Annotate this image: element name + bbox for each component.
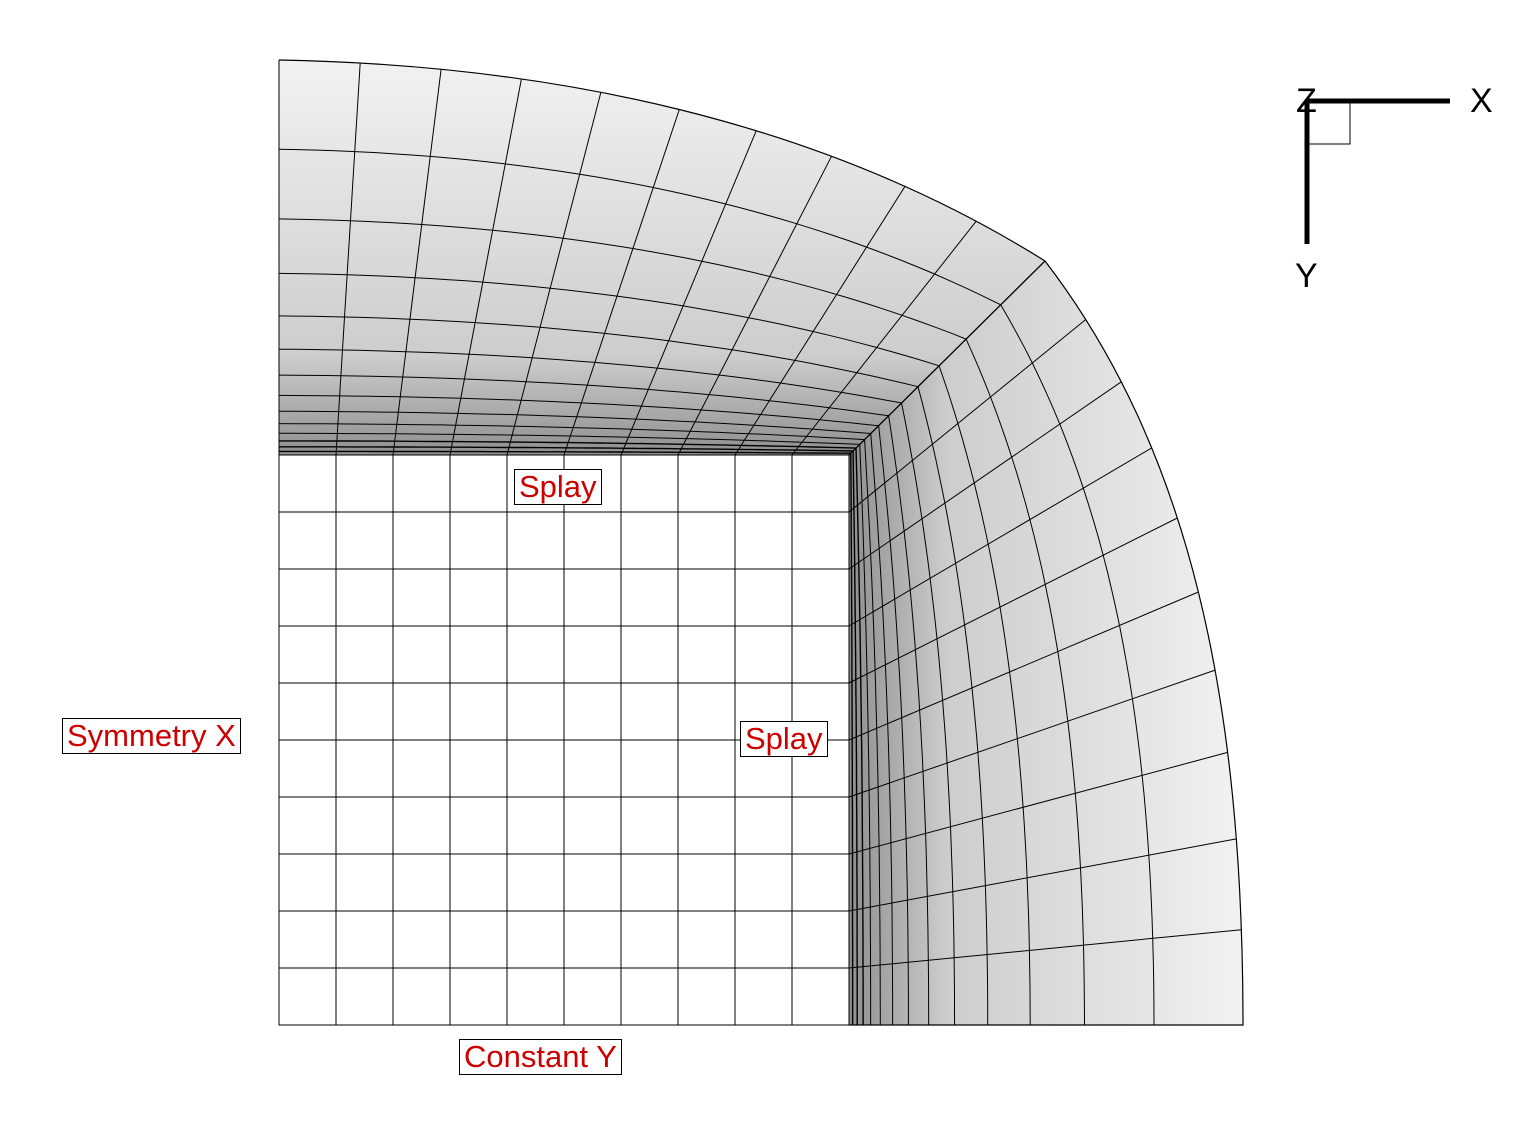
triad-x-label: X [1470,82,1493,120]
axis-triad [1304,98,1450,244]
splay-right-label: Splay [740,721,828,757]
constant-y-label: Constant Y [459,1039,622,1075]
splay-top-label: Splay [514,469,602,505]
triad-z-label: Z [1296,82,1317,120]
mesh-canvas [278,59,1450,1026]
triad-y-label: Y [1295,257,1318,295]
symmetry-x-label: Symmetry X [62,718,241,754]
outer-mesh-shading [279,60,1243,1025]
